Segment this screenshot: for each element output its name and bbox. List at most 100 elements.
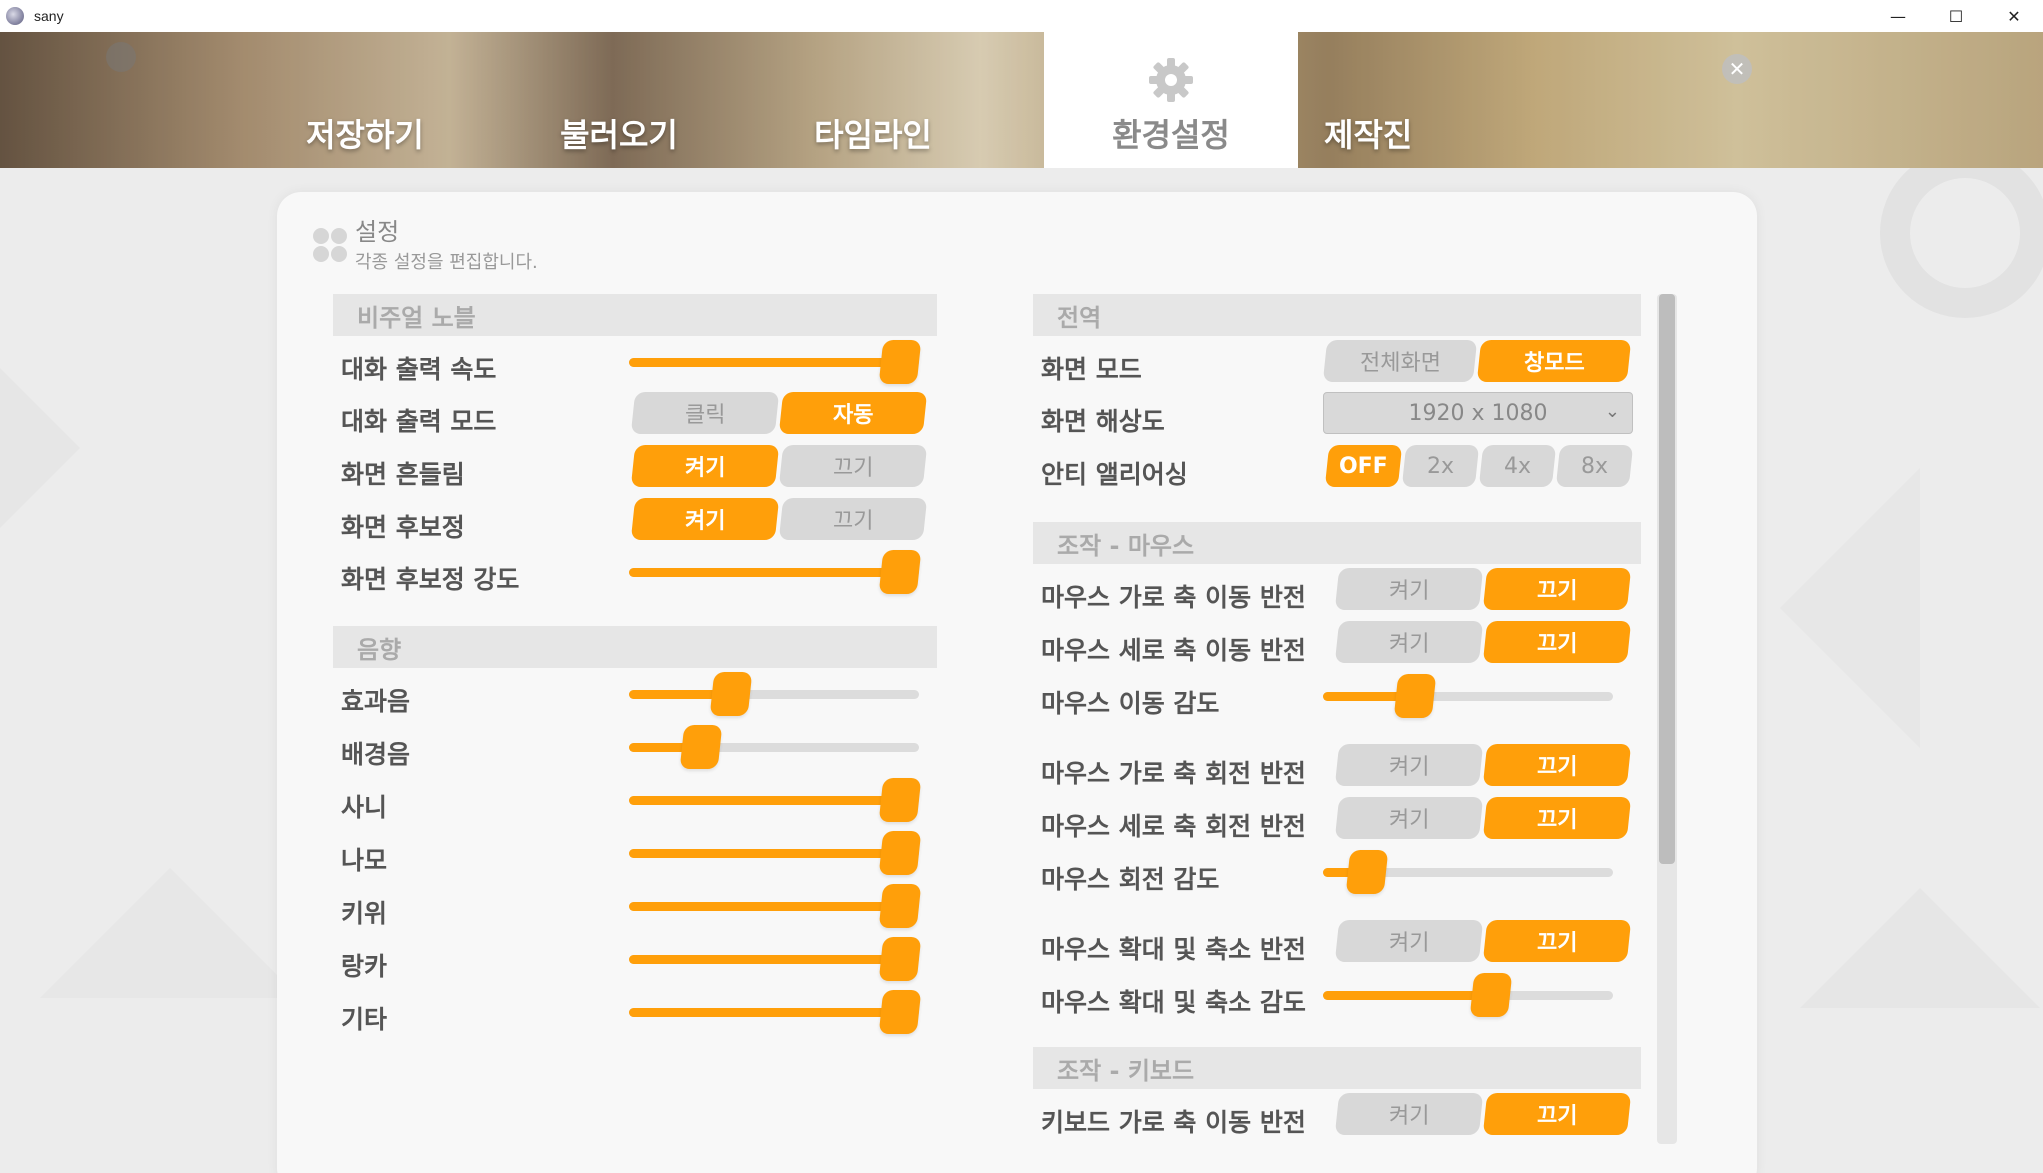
off-button[interactable]: 끄기: [778, 445, 928, 487]
setting-label: 화면 해상도: [1041, 407, 1165, 436]
aa-4x-button[interactable]: 4x: [1478, 445, 1557, 487]
on-button[interactable]: 켜기: [1334, 920, 1484, 962]
on-off-toggle: 켜기 끄기: [1334, 797, 1632, 839]
setting-label: 화면 모드: [1041, 355, 1142, 384]
setting-label: 기타: [341, 1005, 388, 1034]
setting-label: 마우스 확대 및 축소 반전: [1041, 935, 1306, 964]
setting-mouse: 마우스 이동 감도: [1033, 674, 1641, 726]
on-button[interactable]: 켜기: [1334, 568, 1484, 610]
section-global: 전역 화면 모드 전체화면 창모드 화면 해상도 1920 x 1080 ⌄ 안…: [1033, 294, 1641, 524]
slider-thumb[interactable]: [1345, 850, 1389, 894]
resolution-value: 1920 x 1080: [1408, 400, 1548, 426]
off-button[interactable]: 끄기: [778, 498, 928, 540]
resolution-select[interactable]: 1920 x 1080 ⌄: [1323, 392, 1633, 434]
slider-thumb[interactable]: [679, 725, 723, 769]
window-controls: — ☐ ✕: [1869, 0, 2043, 32]
aa-2x-button[interactable]: 2x: [1401, 445, 1480, 487]
slider-thumb[interactable]: [878, 550, 922, 594]
fullscreen-button[interactable]: 전체화면: [1322, 340, 1478, 382]
window-titlebar: sany — ☐ ✕: [0, 0, 2043, 32]
setting-label: 마우스 세로 축 회전 반전: [1041, 812, 1306, 841]
setting-screen-shake: 화면 흔들림 켜기 끄기: [333, 445, 937, 497]
section-keyboard: 조작 - 키보드 키보드 가로 축 이동 반전 켜기 끄기: [1033, 1047, 1641, 1167]
on-button[interactable]: 켜기: [1334, 1093, 1484, 1135]
maximize-button[interactable]: ☐: [1927, 0, 1985, 32]
panel-subtitle: 각종 설정을 편집합니다.: [355, 252, 538, 273]
off-button[interactable]: 끄기: [1482, 1093, 1632, 1135]
scrollbar-thumb[interactable]: [1659, 294, 1675, 864]
slider-thumb[interactable]: [878, 778, 922, 822]
section-mouse: 조작 - 마우스 마우스 가로 축 이동 반전 켜기 끄기 마우스 세로 축 이동 반…: [1033, 522, 1641, 1042]
slider-thumb[interactable]: [709, 672, 753, 716]
on-button[interactable]: 켜기: [1334, 621, 1484, 663]
setting-label: 키위: [341, 899, 388, 928]
option-auto-button[interactable]: 자동: [778, 392, 928, 434]
header-banner: 저장하기 불러오기 타임라인 환경설정 제작진 ✕: [0, 32, 2043, 168]
tab-label: 환경설정: [1112, 116, 1230, 154]
volume-slider[interactable]: [1323, 674, 1613, 718]
volume-slider[interactable]: [1323, 850, 1613, 894]
slider-thumb[interactable]: [1469, 973, 1512, 1017]
tab-load[interactable]: 불러오기: [492, 32, 746, 168]
setting-label: 나모: [341, 846, 388, 875]
off-button[interactable]: 끄기: [1482, 920, 1632, 962]
volume-slider[interactable]: [629, 672, 919, 716]
tab-credits[interactable]: 제작진: [1298, 32, 1552, 168]
close-window-button[interactable]: ✕: [1985, 0, 2043, 32]
off-button[interactable]: 끄기: [1482, 744, 1632, 786]
setting-mouse: 마우스 세로 축 회전 반전 켜기 끄기: [1033, 797, 1641, 849]
section-audio: 음향 효과음 배경음 사니 나모 키위 랑카 기타: [333, 626, 937, 1046]
slider-thumb[interactable]: [878, 884, 922, 928]
setting-label: 마우스 이동 감도: [1041, 689, 1220, 718]
off-button[interactable]: 끄기: [1482, 568, 1632, 610]
on-button[interactable]: 켜기: [630, 498, 780, 540]
slider-thumb[interactable]: [878, 831, 922, 875]
off-button[interactable]: 끄기: [1482, 621, 1632, 663]
section-header: 조작 - 키보드: [1033, 1047, 1641, 1089]
volume-slider[interactable]: [1323, 973, 1613, 1017]
setting-label: 사니: [341, 793, 388, 822]
tab-settings[interactable]: 환경설정: [1044, 32, 1298, 168]
on-button[interactable]: 켜기: [1334, 797, 1484, 839]
setting-post-strength: 화면 후보정 강도: [333, 550, 937, 602]
off-button[interactable]: 끄기: [1482, 797, 1632, 839]
slider-thumb[interactable]: [878, 340, 922, 384]
setting-audio-volume: 기타: [333, 990, 937, 1042]
screen-mode-toggle: 전체화면 창모드: [1322, 340, 1632, 382]
minimize-button[interactable]: —: [1869, 0, 1927, 32]
setting-label: 화면 후보정 강도: [341, 565, 520, 594]
volume-slider[interactable]: [629, 884, 922, 928]
on-button[interactable]: 켜기: [1334, 744, 1484, 786]
volume-slider[interactable]: [629, 937, 922, 981]
volume-slider[interactable]: [629, 778, 922, 822]
setting-antialias: 안티 앨리어싱 OFF 2x 4x 8x: [1033, 445, 1641, 497]
windowed-button[interactable]: 창모드: [1476, 340, 1632, 382]
volume-slider[interactable]: [629, 725, 919, 769]
option-click-button[interactable]: 클릭: [630, 392, 780, 434]
tab-save[interactable]: 저장하기: [238, 32, 492, 168]
text-speed-slider[interactable]: [629, 340, 922, 384]
setting-label: 화면 후보정: [341, 513, 465, 542]
setting-mouse: 마우스 확대 및 축소 반전 켜기 끄기: [1033, 920, 1641, 972]
close-icon[interactable]: ✕: [1722, 54, 1752, 84]
section-header: 전역: [1033, 294, 1641, 336]
aa-off-button[interactable]: OFF: [1324, 445, 1403, 487]
scrollbar[interactable]: [1657, 294, 1677, 1144]
slider-thumb[interactable]: [878, 937, 922, 981]
volume-slider[interactable]: [629, 831, 922, 875]
setting-label: 대화 출력 속도: [341, 355, 497, 384]
section-header: 조작 - 마우스: [1033, 522, 1641, 564]
on-button[interactable]: 켜기: [630, 445, 780, 487]
tab-timeline[interactable]: 타임라인: [746, 32, 1000, 168]
aa-8x-button[interactable]: 8x: [1555, 445, 1634, 487]
on-off-toggle: 켜기 끄기: [1334, 920, 1632, 962]
volume-slider[interactable]: [629, 990, 922, 1034]
slider-thumb[interactable]: [1393, 674, 1437, 718]
slider-thumb[interactable]: [878, 990, 922, 1034]
section-header: 비주얼 노블: [333, 294, 937, 336]
setting-label: 화면 흔들림: [341, 460, 465, 489]
panel-title: 설정: [355, 218, 400, 246]
section-visual-novel: 비주얼 노블 대화 출력 속도 대화 출력 모드 클릭 자동 화면 흔들림 켜기…: [333, 294, 937, 614]
post-strength-slider[interactable]: [629, 550, 922, 594]
setting-audio-volume: 랑카: [333, 937, 937, 989]
